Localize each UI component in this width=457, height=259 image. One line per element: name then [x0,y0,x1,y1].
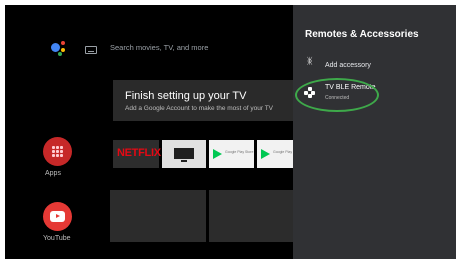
keyboard-icon[interactable] [85,46,97,54]
youtube-label: YouTube [43,235,71,242]
home-screen: Search movies, TV, and more Finish setti… [5,5,305,259]
add-accessory-label: Add accessory [325,62,371,69]
tv-screen: Search movies, TV, and more Finish setti… [5,5,456,259]
placeholder-tile[interactable] [110,190,206,242]
panel-title: Remotes & Accessories [305,29,419,40]
google-assistant-icon[interactable] [51,40,69,58]
youtube-icon [50,211,65,222]
search-input[interactable]: Search movies, TV, and more [110,43,208,52]
setup-card-subtitle: Add a Google Account to make the most of… [125,105,274,112]
apps-grid-icon [52,146,63,157]
play-store-tile[interactable]: Google Play Store [209,140,254,168]
highlight-annotation [295,78,379,112]
live-tv-tile[interactable] [162,140,206,168]
placeholder-tile[interactable] [209,190,305,242]
add-accessory-item[interactable]: ᛤ Add accessory [293,52,456,78]
netflix-logo: NETFLIX [117,147,161,159]
tv-icon [174,148,194,162]
google-play-icon [213,149,222,159]
google-play-movies-icon [261,149,270,159]
play-store-label: Google Play Store [225,150,254,154]
apps-button[interactable] [43,137,72,166]
remotes-accessories-panel: Remotes & Accessories ᛤ Add accessory TV… [293,5,456,259]
play-movies-tile[interactable]: Google Play Movies [257,140,304,168]
youtube-button[interactable] [43,202,72,231]
bluetooth-icon: ᛤ [307,56,313,66]
netflix-tile[interactable]: NETFLIX [113,140,161,168]
apps-label: Apps [45,170,61,177]
setup-card-title: Finish setting up your TV [125,90,247,102]
setup-card[interactable]: Finish setting up your TV Add a Google A… [113,80,305,121]
